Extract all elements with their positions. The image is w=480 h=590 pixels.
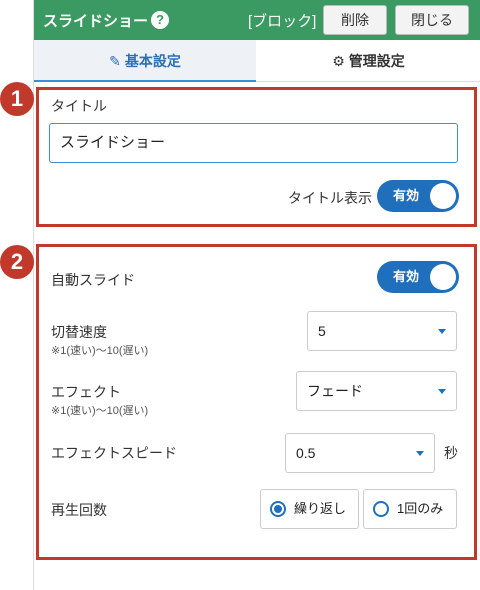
auto-slide-toggle-text: 有効: [393, 269, 420, 284]
toggle-knob: [430, 183, 456, 209]
panel-title: スライドショー: [43, 13, 149, 30]
tab-basic-label: 基本設定: [124, 53, 181, 69]
tab-bar: ✎ 基本設定 ⚙ 管理設定: [34, 40, 480, 82]
settings-panel: スライドショー ? [ブロック] 削除 閉じる ✎ 基本設定 ⚙ 管理設定 タイトル…: [33, 0, 480, 590]
switch-speed-note: ※1(速い)〜10(遅い): [51, 345, 149, 357]
title-label: タイトル: [51, 98, 107, 114]
toggle-knob: [430, 264, 456, 290]
step-badge-1: 1: [0, 82, 34, 116]
auto-slide-label: 自動スライド: [51, 272, 135, 288]
radio-unselected-icon: [373, 501, 389, 517]
effect-select[interactable]: フェード: [296, 371, 457, 411]
chevron-down-icon: [438, 329, 446, 334]
effect-speed-value: 0.5: [296, 445, 316, 461]
switch-speed-select[interactable]: 5: [307, 311, 457, 351]
delete-button[interactable]: 削除: [323, 5, 387, 35]
radio-selected-icon: [270, 501, 286, 517]
radio-repeat[interactable]: 繰り返し: [260, 489, 359, 529]
effect-value: フェード: [307, 383, 363, 399]
radio-repeat-label: 繰り返し: [294, 501, 347, 516]
title-display-label: タイトル表示: [288, 190, 372, 206]
effect-note: ※1(速い)〜10(遅い): [51, 405, 149, 417]
effect-speed-label: エフェクトスピード: [51, 445, 177, 461]
switch-speed-label: 切替速度: [51, 324, 107, 340]
title-display-toggle-text: 有効: [393, 188, 420, 203]
chevron-down-icon: [438, 389, 446, 394]
close-button[interactable]: 閉じる: [395, 5, 469, 35]
tab-management-settings[interactable]: ⚙ 管理設定: [256, 40, 480, 82]
tab-management-label: 管理設定: [348, 53, 405, 69]
title-input[interactable]: スライドショー: [49, 123, 458, 163]
effect-speed-unit: 秒: [444, 445, 458, 461]
edit-icon: ✎: [109, 53, 121, 69]
gear-icon: ⚙: [332, 53, 345, 69]
switch-speed-value: 5: [318, 323, 326, 339]
auto-slide-toggle[interactable]: 有効: [377, 261, 459, 293]
chevron-down-icon: [416, 451, 424, 456]
help-icon[interactable]: ?: [151, 11, 169, 29]
playback-count-label: 再生回数: [51, 502, 107, 518]
step-badge-2: 2: [0, 245, 34, 279]
radio-once[interactable]: 1回のみ: [363, 489, 457, 529]
block-label: [ブロック]: [248, 13, 317, 30]
radio-once-label: 1回のみ: [397, 501, 444, 516]
effect-speed-select[interactable]: 0.5: [285, 433, 435, 473]
effect-label: エフェクト: [51, 384, 121, 400]
title-display-toggle[interactable]: 有効: [377, 180, 459, 212]
tab-basic-settings[interactable]: ✎ 基本設定: [34, 40, 256, 82]
panel-header: スライドショー ? [ブロック] 削除 閉じる: [34, 0, 480, 40]
